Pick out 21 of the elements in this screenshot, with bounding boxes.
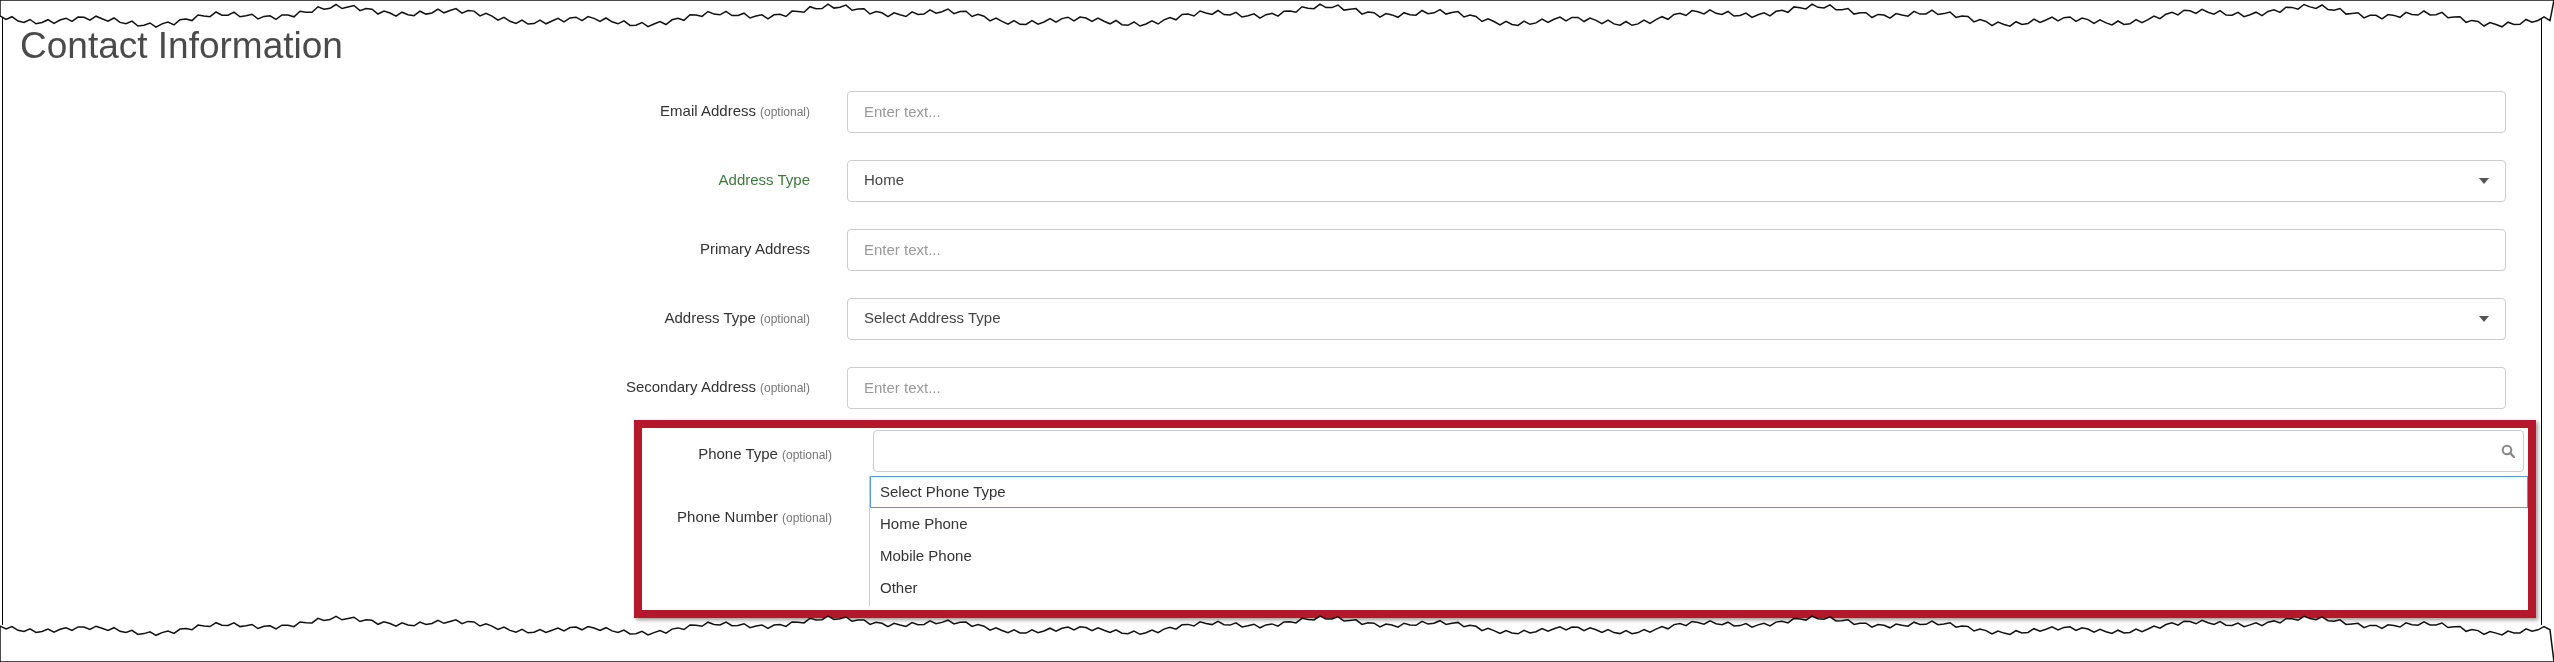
field-label: Phone Number (optional) — [677, 506, 832, 527]
field-label: Address Type — [718, 170, 810, 191]
dropdown-option[interactable]: Mobile Phone — [870, 540, 2528, 572]
dropdown-option[interactable]: Home Phone — [870, 508, 2528, 540]
input-field[interactable]: Enter text... — [847, 366, 2506, 409]
caret-icon — [2479, 177, 2489, 184]
field-label: Phone Type (optional) — [698, 444, 832, 464]
field-label: Address Type (optional) — [664, 308, 810, 329]
input-field[interactable]: Enter text... — [847, 228, 2506, 271]
field-label: Primary Address — [699, 239, 810, 260]
input-field[interactable]: Enter text... — [847, 90, 2506, 133]
dropdown-option[interactable]: Other — [870, 572, 2528, 604]
search-icon — [2501, 444, 2515, 458]
select-field[interactable]: Select Address Type — [847, 297, 2506, 340]
section-title: Contact Information — [20, 24, 344, 68]
select-field[interactable]: Home — [847, 159, 2506, 202]
search-field[interactable] — [873, 430, 2524, 472]
field-label: Email Address (optional) — [660, 101, 810, 122]
field-label: Secondary Address (optional) — [625, 377, 810, 398]
dropdown-option[interactable]: Select Phone Type — [870, 476, 2528, 508]
caret-icon — [2479, 315, 2489, 322]
